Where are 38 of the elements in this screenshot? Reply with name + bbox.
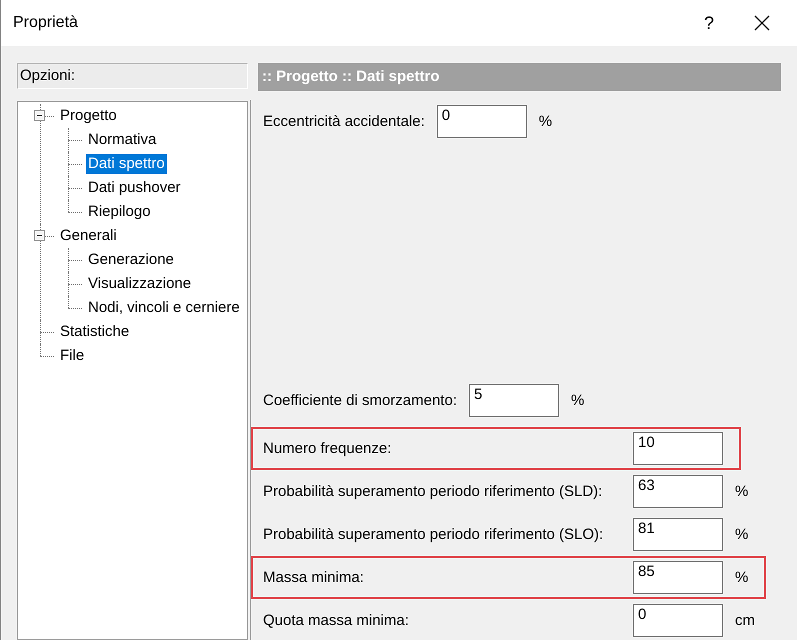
help-button[interactable]: ? bbox=[686, 12, 732, 34]
window-title: Proprietà bbox=[13, 14, 79, 32]
tree-item[interactable]: Normativa bbox=[86, 130, 158, 150]
field-label: Coefficiente di smorzamento: bbox=[263, 392, 457, 409]
field-label: Probabilità superamento periodo riferimento (SLO): bbox=[263, 526, 604, 543]
tree-item[interactable]: Progetto bbox=[58, 106, 119, 126]
tree-item[interactable]: Riepilogo bbox=[86, 202, 153, 222]
unit-label: % bbox=[735, 526, 748, 543]
collapse-icon[interactable] bbox=[34, 110, 45, 121]
field-label: Numero frequenze: bbox=[263, 440, 392, 457]
field-label: Massa minima: bbox=[263, 569, 365, 586]
input-field[interactable]: 81 bbox=[633, 518, 723, 551]
tree-item[interactable]: Visualizzazione bbox=[86, 274, 194, 294]
input-field[interactable]: 10 bbox=[633, 432, 723, 465]
tree-item[interactable]: Dati spettro bbox=[86, 154, 167, 174]
collapse-icon[interactable] bbox=[34, 230, 45, 241]
close-icon[interactable] bbox=[754, 15, 770, 31]
options-label: Opzioni: bbox=[17, 63, 248, 89]
unit-label: % bbox=[538, 113, 552, 130]
input-field[interactable]: 0 bbox=[633, 604, 723, 637]
unit-label: % bbox=[735, 483, 748, 500]
field-label: Probabilità superamento periodo riferimento (SLD): bbox=[263, 483, 604, 500]
unit-label: % bbox=[735, 569, 748, 586]
field-label: Eccentricità accidentale: bbox=[263, 113, 425, 130]
input-field[interactable]: 0 bbox=[436, 105, 527, 138]
tree-item[interactable]: Generazione bbox=[86, 250, 176, 270]
input-field[interactable]: 85 bbox=[633, 561, 723, 594]
field-label: Quota massa minima: bbox=[263, 612, 410, 629]
unit-label: % bbox=[570, 392, 584, 409]
unit-label: cm bbox=[735, 612, 755, 629]
section-header: :: Progetto :: Dati spettro bbox=[258, 63, 781, 91]
tree-item[interactable]: Generali bbox=[58, 226, 119, 246]
tree-item[interactable]: Statistiche bbox=[58, 322, 132, 342]
input-field[interactable]: 63 bbox=[633, 475, 723, 508]
input-field[interactable]: 5 bbox=[468, 384, 559, 417]
tree-item[interactable]: Nodi, vincoli e cerniere bbox=[86, 298, 242, 318]
tree-item[interactable]: Dati pushover bbox=[86, 178, 183, 198]
tree-item[interactable]: File bbox=[58, 346, 86, 366]
